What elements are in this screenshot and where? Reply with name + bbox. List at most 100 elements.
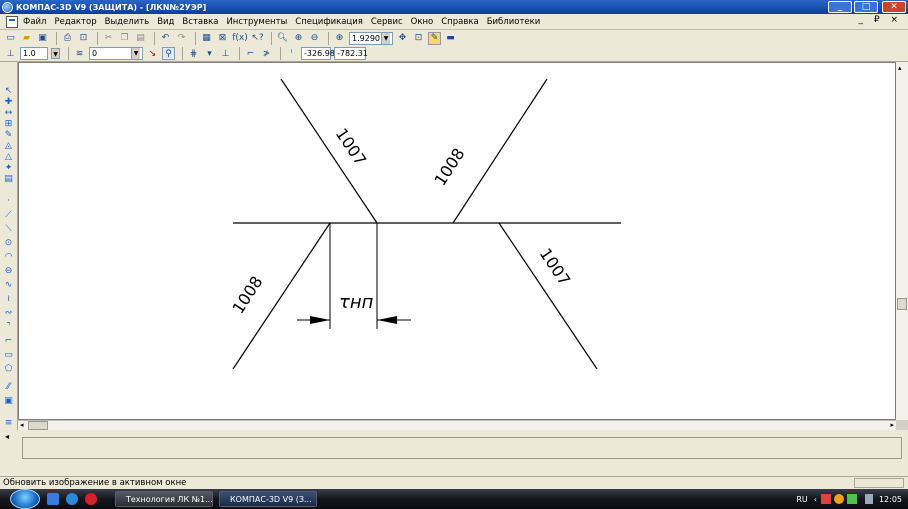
variables-icon[interactable]: ⊠ (216, 32, 229, 45)
new-document-icon[interactable]: ▭ (4, 32, 17, 45)
clock[interactable]: 12:05 (879, 495, 902, 504)
vertical-scroll-thumb[interactable] (897, 298, 907, 310)
menu-libraries[interactable]: Библиотеки (487, 17, 541, 27)
help-pointer-icon[interactable]: ↖? (251, 32, 264, 45)
aux-line-icon[interactable]: ⟍ (3, 224, 14, 234)
grid-dropdown-icon[interactable]: ▾ (203, 47, 216, 60)
segment-icon[interactable]: ⟋ (3, 210, 14, 220)
symbol-icon[interactable]: ⊞ (3, 119, 14, 129)
paste-icon[interactable]: ▤ (134, 32, 147, 45)
coordinate-system-icon[interactable]: ⊥ (219, 47, 232, 60)
grid-icon[interactable]: ⋕ (187, 47, 200, 60)
arc-icon[interactable]: ◠ (3, 252, 14, 262)
open-folder-icon[interactable]: ▰ (20, 32, 33, 45)
edit-icon[interactable]: ✎ (3, 130, 14, 140)
antivirus-icon[interactable] (820, 494, 831, 504)
document-icon[interactable] (6, 15, 18, 28)
pan-icon[interactable]: ✥ (396, 32, 409, 45)
layer-field[interactable]: 0 ▼ (89, 47, 143, 60)
scroll-right-icon[interactable]: ▸ (890, 421, 894, 429)
redo-icon[interactable]: ↷ (175, 32, 188, 45)
zoom-window-icon[interactable]: ⊕ (292, 32, 305, 45)
vertical-scrollbar[interactable]: ▴ (896, 62, 908, 420)
zoom-field[interactable]: 1.9290 ▼ (349, 31, 393, 45)
chevron-down-icon[interactable]: ▼ (381, 32, 390, 44)
show-desktop-icon[interactable] (47, 493, 59, 505)
hatch-icon[interactable]: ⁄⁄ (3, 382, 14, 392)
menu-help[interactable]: Справка (441, 17, 478, 27)
more-tools-icon[interactable]: ≡ (3, 418, 14, 428)
measure-icon[interactable]: △ (3, 152, 14, 162)
close-button[interactable]: ✕ (882, 1, 906, 13)
orto-icon[interactable]: ↘ (146, 47, 159, 60)
undo-icon[interactable]: ↶ (159, 32, 172, 45)
battery-icon[interactable] (864, 494, 873, 504)
menu-edit[interactable]: Редактор (54, 17, 96, 27)
refresh-view-icon[interactable]: ✎ (428, 31, 441, 45)
circle-icon[interactable]: ⊙ (3, 238, 14, 248)
menu-file[interactable]: Файл (23, 17, 46, 27)
ortho-mode-icon[interactable]: ⌐ (244, 47, 257, 60)
rectangle-icon[interactable]: ▭ (3, 350, 14, 360)
menu-specification[interactable]: Спецификация (295, 17, 363, 27)
select-icon[interactable]: ↖ (3, 86, 14, 96)
cut-icon[interactable]: ✂ (102, 32, 115, 45)
spline-icon[interactable]: ≀ (3, 294, 14, 304)
minimize-button[interactable]: _ (828, 1, 852, 13)
menu-service[interactable]: Сервис (371, 17, 403, 27)
chevron-down-icon[interactable]: ▼ (51, 48, 60, 59)
opera-icon[interactable] (85, 493, 97, 505)
layers-icon[interactable]: ≋ (73, 47, 86, 60)
language-indicator[interactable]: RU (796, 495, 807, 504)
point-icon[interactable]: ✚ (3, 97, 14, 107)
print-preview-icon[interactable]: ⊡ (77, 32, 90, 45)
ellipse-icon[interactable]: ⊖ (3, 266, 14, 276)
dot-point-icon[interactable]: · (3, 196, 14, 206)
contour-icon[interactable]: ▣ (3, 396, 14, 406)
fx-icon[interactable]: f(x) (232, 32, 248, 45)
menu-tools[interactable]: Инструменты (226, 17, 287, 27)
snap-icon[interactable]: ⚲ (162, 47, 175, 60)
zoom-in-icon[interactable]: 🔍︎ (276, 32, 289, 45)
taskbar-item-kompas[interactable]: КОМПАС-3D V9 (З... (219, 491, 317, 507)
menu-insert[interactable]: Вставка (182, 17, 218, 27)
calculator-icon[interactable]: ▦ (200, 32, 213, 45)
parametrize-icon[interactable]: ◬ (3, 141, 14, 151)
bezier-icon[interactable]: ∿ (3, 280, 14, 290)
mdi-window-controls[interactable]: _ ₽ × (859, 15, 903, 25)
ie-icon[interactable] (66, 493, 78, 505)
spec-icon[interactable]: ▤ (3, 174, 14, 184)
nurbs-icon[interactable]: ∾ (3, 308, 14, 318)
network-icon[interactable] (846, 494, 857, 504)
fillet-icon[interactable]: ⌐ (3, 336, 14, 346)
zoom-scale-icon[interactable]: ⊕ (333, 32, 346, 45)
chamfer-icon[interactable]: ⌝ (3, 322, 14, 332)
menu-view[interactable]: Вид (157, 17, 174, 27)
round-icon[interactable]: ≯ (260, 47, 273, 60)
update-icon[interactable] (833, 494, 844, 504)
show-all-icon[interactable]: ⊡ (412, 32, 425, 45)
maximize-button[interactable]: □ (854, 1, 878, 13)
dimension-icon[interactable]: ↔ (3, 108, 14, 118)
scroll-up-icon[interactable]: ▴ (898, 64, 902, 72)
scroll-left-icon[interactable]: ◂ (20, 421, 24, 429)
print-icon[interactable]: ⎙ (61, 32, 74, 45)
zoom-out-icon[interactable]: ⊖ (308, 32, 321, 45)
local-cs-icon[interactable]: ⊥ (4, 47, 17, 60)
taskbar-item-word[interactable]: Технология ЛК №1... (115, 491, 213, 507)
menu-select[interactable]: Выделить (105, 17, 150, 27)
horizontal-scroll-thumb[interactable] (28, 421, 48, 430)
display-mode-icon[interactable]: ▬ (444, 32, 457, 45)
select-filter-icon[interactable]: ✦ (3, 163, 14, 173)
tray-expand-icon[interactable]: ‹ (814, 495, 817, 504)
copy-icon[interactable]: ❐ (118, 32, 131, 45)
coord-y-field[interactable]: -782.31 (334, 47, 368, 60)
drawing-canvas[interactable]: 1007 1008 1008 1007 τнп (18, 62, 896, 420)
polygon-icon[interactable]: ⬠ (3, 364, 14, 374)
coord-x-field[interactable]: -326.98 (301, 47, 335, 60)
style-field[interactable]: 1.0 (20, 47, 48, 60)
properties-panel-area[interactable] (22, 437, 902, 459)
panel-arrow-icon[interactable]: ◂ (5, 432, 9, 441)
start-button[interactable] (10, 489, 40, 509)
menu-window[interactable]: Окно (411, 17, 434, 27)
